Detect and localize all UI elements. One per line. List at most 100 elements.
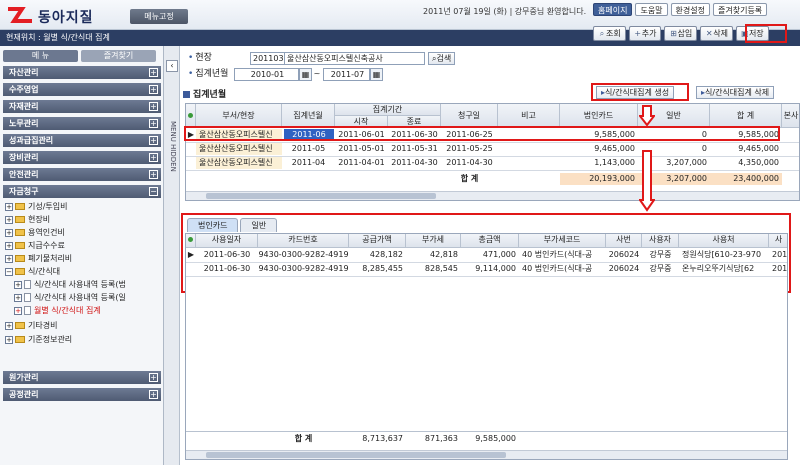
col-total[interactable]: 합 계 [710, 104, 782, 128]
table-cell[interactable]: 2011-04-30 [388, 157, 441, 169]
help-button[interactable]: 도움말 [635, 3, 668, 16]
col-user[interactable]: 사용자 [642, 234, 679, 248]
table-cell[interactable]: 206024 [606, 263, 642, 275]
table-cell[interactable]: 828,545 [406, 263, 461, 275]
sidebar-category[interactable]: 수주영업 + [3, 83, 161, 96]
site-name-input[interactable]: 울산삼산동오피스텔신축공사 [284, 52, 425, 65]
add-favorite-button[interactable]: 즐겨찾기등록 [713, 3, 768, 16]
table-cell[interactable]: 9,465,000 [560, 143, 638, 155]
table-cell[interactable]: 40 법인카드(식대-공 [519, 263, 606, 275]
table-cell[interactable]: 온누리오뚜기식당[62 [679, 263, 769, 275]
table-cell[interactable]: 2011-05-31 [388, 143, 441, 155]
tree-item[interactable]: + 현장비 [5, 214, 50, 226]
menu-fix-button[interactable]: 메뉴고정 [130, 9, 188, 24]
sidebar-category[interactable]: 장비관리 + [3, 151, 161, 164]
col-vat-code[interactable]: 부가세코드 [519, 234, 606, 248]
tree-item[interactable]: + 기준정보관리 [5, 334, 72, 346]
col-extra[interactable]: 본사 [782, 104, 799, 128]
sidebar-category[interactable]: 자산관리 + [3, 66, 161, 79]
table-cell[interactable]: 정원식당[610-23-970 [679, 249, 769, 261]
period-from-input[interactable]: 2010-01 [234, 68, 299, 81]
query-button[interactable]: ⌕ 조회 [593, 26, 626, 41]
calendar-icon[interactable]: ▦ [299, 68, 312, 81]
tab-general[interactable]: 일반 [240, 218, 278, 232]
insert-button[interactable]: ⊞삽입 [664, 26, 698, 41]
add-button[interactable]: +추가 [628, 26, 662, 41]
tab-corporate-card[interactable]: 법인카드 [187, 218, 239, 232]
table-cell[interactable]: 2011-06-30 [196, 249, 258, 261]
sidebar-category[interactable]: 안전관리 + [3, 168, 161, 181]
col-use-date[interactable]: 사용일자 [196, 234, 258, 248]
tab-favorites[interactable]: 즐겨찾기 [81, 50, 156, 62]
sidebar-category[interactable]: 노무관리 + [3, 117, 161, 130]
tree-item[interactable]: + 폐기물처리비 [5, 253, 72, 265]
period-to-input[interactable]: 2011-07 [323, 68, 370, 81]
col-extra[interactable]: 사 [769, 234, 787, 248]
tree-item[interactable]: + 식/간식대 사용내역 등록(일 [14, 292, 126, 304]
breadcrumb: 현재위치 : 월별 식/간식대 집계 [6, 33, 110, 42]
col-emp-no[interactable]: 사번 [606, 234, 642, 248]
col-note[interactable]: 비고 [498, 104, 560, 128]
table-cell[interactable]: 8,285,455 [349, 263, 406, 275]
table-cell[interactable]: 471,000 [461, 249, 519, 261]
calendar-icon[interactable]: ▦ [370, 68, 383, 81]
tree-item[interactable]: + 지급수수료 [5, 240, 65, 252]
tree-item[interactable]: + 기성/투입비 [5, 201, 68, 213]
table-cell[interactable]: 2011-04 [282, 157, 335, 169]
table-cell[interactable]: 4,350,000 [710, 157, 782, 169]
sidebar-category[interactable]: 성과급집관리 + [3, 134, 161, 147]
col-dept[interactable]: 부서/현장 [196, 104, 282, 128]
table-cell[interactable]: 201 [769, 249, 787, 261]
col-supply[interactable]: 공급가액 [349, 234, 406, 248]
detail-scrollbar[interactable] [186, 450, 787, 459]
table-cell[interactable]: 울산삼산동오피스텔신 [196, 157, 282, 169]
delete-button[interactable]: ✕삭제 [700, 26, 733, 41]
table-cell[interactable]: 201 [769, 263, 787, 275]
table-cell[interactable]: 9,465,000 [710, 143, 782, 155]
col-card-number[interactable]: 카드번호 [258, 234, 349, 248]
delete-summary-button[interactable]: ▸식/간식대집계 삭제 [696, 86, 775, 99]
table-cell[interactable]: 2011-06-30 [196, 263, 258, 275]
summary-scrollbar[interactable] [186, 191, 799, 200]
sidebar-category[interactable]: 자금청구 − [3, 185, 161, 198]
homepage-button[interactable]: 홈페이지 [593, 3, 633, 16]
table-cell[interactable]: 40 법인카드(식대-공 [519, 249, 606, 261]
sidebar-category[interactable]: 자재관리 + [3, 100, 161, 113]
sidebar-category[interactable]: 원가관리 + [3, 371, 161, 384]
col-place[interactable]: 사용처 [679, 234, 769, 248]
table-cell[interactable]: 강무중 [642, 249, 679, 261]
table-cell[interactable]: 1,143,000 [560, 157, 638, 169]
menu-hide-strip[interactable]: ‹ MENU HIDDEN [164, 46, 180, 465]
sidebar-category[interactable]: 공정관리 + [3, 388, 161, 401]
chevron-left-icon[interactable]: ‹ [166, 60, 178, 72]
table-cell[interactable]: 9430-0300-9282-4919 [258, 249, 349, 261]
col-card[interactable]: 법인카드 [560, 104, 638, 128]
table-cell[interactable]: 2011-05-01 [335, 143, 388, 155]
tree-item[interactable]: − 식/간식대 [5, 266, 60, 278]
settings-button[interactable]: 환경설정 [670, 3, 710, 16]
tab-menu[interactable]: 메 뉴 [3, 50, 78, 62]
detail-grid: 사용일자 카드번호 공급가액 부가세 총금액 부가세코드 사번 사용자 사용처 … [185, 233, 788, 460]
table-cell[interactable]: 9430-0300-9282-4919 [258, 263, 349, 275]
table-cell[interactable]: 강무중 [642, 263, 679, 275]
table-cell[interactable]: 42,818 [406, 249, 461, 261]
table-cell[interactable]: 2011-05 [282, 143, 335, 155]
col-ym[interactable]: 집계년월 [282, 104, 335, 128]
table-cell[interactable]: 2011-05-25 [441, 143, 498, 155]
table-cell[interactable]: 428,182 [349, 249, 406, 261]
col-total-amount[interactable]: 총금액 [461, 234, 519, 248]
tree-item[interactable]: + 식/간식대 사용내역 등록(법 [14, 279, 126, 291]
table-cell[interactable]: 9,114,000 [461, 263, 519, 275]
col-vat[interactable]: 부가세 [406, 234, 461, 248]
table-cell[interactable]: 2011-04-30 [441, 157, 498, 169]
tree-item[interactable]: + 기타경비 [5, 320, 57, 332]
site-search-button[interactable]: ⌕검색 [428, 52, 456, 65]
table-cell[interactable]: 206024 [606, 249, 642, 261]
col-claim[interactable]: 청구일 [441, 104, 498, 128]
tree-item-active[interactable]: + 월별 식/간식대 집계 [14, 305, 101, 317]
expand-icon: + [149, 102, 158, 111]
table-cell[interactable]: 2011-04-01 [335, 157, 388, 169]
table-cell[interactable]: 울산삼산동오피스텔신 [196, 143, 282, 155]
col-period[interactable]: 집계기간 [335, 104, 441, 116]
tree-item[interactable]: + 용역인건비 [5, 227, 65, 239]
